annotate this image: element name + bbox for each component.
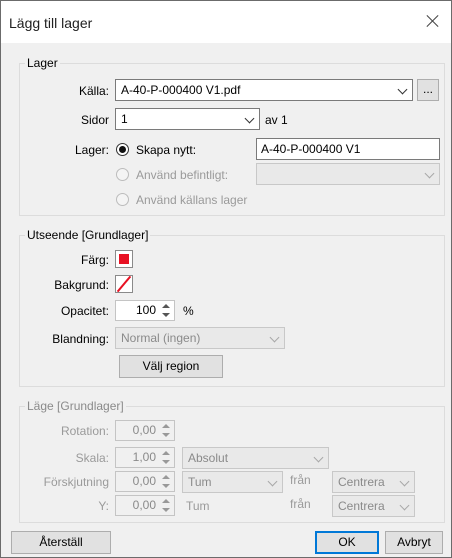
offset-x-unit-combobox[interactable]: Tum: [182, 471, 283, 493]
chevron-down-icon: [397, 84, 408, 95]
spin-up-icon[interactable]: [162, 451, 170, 455]
position-group-legend: Läge [Grundlager]: [25, 399, 126, 413]
source-value: A-40-P-000400 V1.pdf: [121, 83, 241, 97]
use-source-layers-radio[interactable]: [116, 193, 129, 206]
chevron-down-icon: [424, 168, 435, 179]
spin-buttons[interactable]: [159, 422, 173, 439]
offset-x-anchor-combobox[interactable]: Centrera: [332, 471, 415, 493]
browse-button[interactable]: ...: [417, 79, 439, 101]
opacity-spinbox[interactable]: 100: [115, 300, 175, 321]
opacity-label: Opacitet:: [60, 304, 109, 318]
chevron-down-icon: [313, 452, 324, 463]
spin-buttons[interactable]: [159, 449, 173, 466]
spin-down-icon[interactable]: [162, 460, 170, 464]
opacity-value: 100: [135, 303, 156, 317]
chevron-down-icon: [269, 332, 280, 343]
spin-up-icon[interactable]: [162, 499, 170, 503]
layer-group-legend: Lager: [25, 56, 60, 70]
scale-mode-combobox[interactable]: Absolut: [182, 447, 329, 469]
blend-value: Normal (ingen): [121, 331, 201, 345]
dialog-title: Lägg till lager: [9, 15, 93, 31]
rotation-spinbox[interactable]: 0,00: [115, 420, 175, 441]
color-label: Färg:: [80, 253, 109, 267]
offset-y-anchor-value: Centrera: [338, 499, 385, 513]
chevron-down-icon: [244, 113, 255, 124]
use-existing-combobox[interactable]: [256, 163, 440, 185]
reset-button[interactable]: Återställ: [11, 531, 111, 554]
scale-spinbox[interactable]: 1,00: [115, 447, 175, 468]
create-new-label: Skapa nytt:: [136, 143, 197, 157]
offset-x-unit-value: Tum: [188, 475, 212, 489]
background-label: Bakgrund:: [54, 278, 109, 292]
pages-label: Sidor: [80, 113, 109, 127]
use-source-layers-label: Använd källans lager: [136, 193, 248, 207]
scale-label: Skala:: [75, 451, 109, 465]
offset-x-from-label: från: [290, 473, 311, 487]
color-swatch-fill: [119, 254, 129, 264]
blend-label: Blandning:: [52, 332, 109, 346]
spin-up-icon[interactable]: [162, 475, 170, 479]
chevron-down-icon: [399, 500, 410, 511]
offset-label: Förskjutning: [43, 475, 109, 489]
use-existing-radio[interactable]: [116, 168, 129, 181]
pages-combobox[interactable]: 1: [115, 108, 260, 130]
create-new-input[interactable]: A-40-P-000400 V1: [256, 138, 440, 160]
offset-y-from-label: från: [290, 497, 311, 511]
offset-y-unit-label: Tum: [186, 499, 210, 513]
blend-combobox[interactable]: Normal (ingen): [115, 327, 285, 349]
spin-buttons[interactable]: [159, 302, 173, 319]
layer-label: Lager:: [74, 143, 109, 157]
close-icon[interactable]: [425, 13, 441, 29]
rotation-value: 0,00: [132, 423, 156, 437]
chevron-down-icon: [267, 476, 278, 487]
source-combobox[interactable]: A-40-P-000400 V1.pdf: [115, 79, 413, 101]
pages-value: 1: [121, 112, 128, 126]
background-swatch-button[interactable]: [115, 275, 133, 293]
spin-buttons[interactable]: [159, 497, 173, 514]
offset-y-value: 0,00: [132, 498, 156, 512]
offset-y-anchor-combobox[interactable]: Centrera: [332, 495, 415, 517]
scale-value: 1,00: [132, 450, 156, 464]
spin-down-icon[interactable]: [162, 484, 170, 488]
rotation-label: Rotation:: [60, 424, 109, 438]
title-bar[interactable]: Lägg till lager: [1, 1, 451, 43]
select-region-button[interactable]: Välj region: [119, 355, 223, 378]
pages-of-text: av 1: [265, 113, 288, 127]
add-layer-dialog: Lägg till lager Lager Källa: A-40-P-0004…: [0, 0, 452, 558]
chevron-down-icon: [399, 476, 410, 487]
no-color-slash-icon: [116, 276, 132, 292]
y-label: Y:: [98, 499, 109, 513]
use-existing-label: Använd befintligt:: [136, 168, 229, 182]
offset-y-spinbox[interactable]: 0,00: [115, 495, 175, 516]
appearance-group-legend: Utseende [Grundlager]: [25, 228, 151, 242]
offset-x-anchor-value: Centrera: [338, 475, 385, 489]
spin-down-icon[interactable]: [162, 433, 170, 437]
opacity-unit: %: [183, 304, 194, 318]
scale-mode-value: Absolut: [188, 451, 229, 465]
cancel-button[interactable]: Avbryt: [385, 531, 443, 554]
spin-buttons[interactable]: [159, 473, 173, 490]
create-new-radio[interactable]: [116, 143, 129, 156]
spin-down-icon[interactable]: [162, 508, 170, 512]
offset-x-spinbox[interactable]: 0,00: [115, 471, 175, 492]
color-swatch-button[interactable]: [115, 250, 133, 268]
offset-x-value: 0,00: [132, 474, 156, 488]
spin-down-icon[interactable]: [162, 313, 170, 317]
ok-button[interactable]: OK: [315, 531, 379, 554]
spin-up-icon[interactable]: [162, 424, 170, 428]
source-label: Källa:: [78, 84, 109, 98]
spin-up-icon[interactable]: [162, 304, 170, 308]
